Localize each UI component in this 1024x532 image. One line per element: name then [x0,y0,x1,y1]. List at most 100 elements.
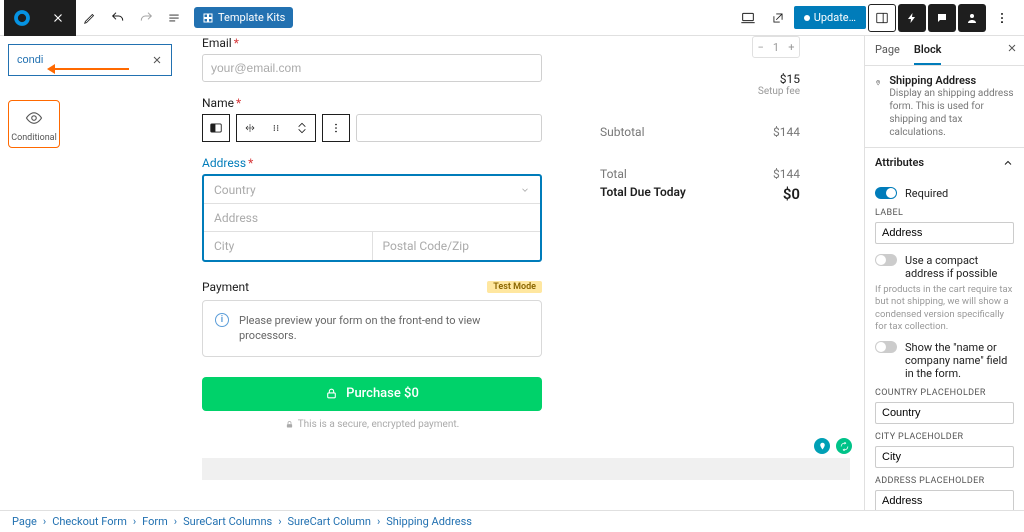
toolbar-block-type[interactable] [202,114,230,142]
toolbar-move[interactable] [236,114,316,142]
country-ph-input[interactable] [875,402,1014,424]
lock-small-icon [285,420,294,429]
payment-label: Payment [202,280,249,294]
block-search[interactable] [8,44,172,76]
label-heading: LABEL [875,208,1014,218]
required-asterisk: * [248,156,253,170]
block-settings-panel: Page Block Shipping Address Display an s… [864,36,1024,510]
label-input[interactable] [875,222,1014,244]
address-ph-input[interactable] [875,490,1014,510]
undo-button[interactable] [104,4,132,32]
floating-badges [814,438,852,454]
line-caption: Setup fee [600,86,800,97]
payment-notice-text: Please preview your form on the front-en… [239,313,529,344]
bc-1[interactable]: Checkout Form [52,515,127,528]
undo-icon [110,10,126,26]
city-field[interactable]: City [204,232,373,260]
pencil-icon [83,11,97,25]
compact-toggle[interactable] [875,254,897,266]
update-button[interactable]: Update… [794,6,866,29]
line-amount: $15 [600,72,800,86]
edit-tool-button[interactable] [76,4,104,32]
more-options-button[interactable] [988,4,1016,32]
name-input[interactable] [356,114,542,142]
clear-search-icon[interactable] [151,54,163,66]
grid-icon [202,12,214,24]
total-value: $144 [773,167,800,181]
email-input[interactable] [202,54,542,82]
name-label: Name [202,96,234,110]
address-ph-heading: ADDRESS PLACEHOLDER [875,476,1014,486]
block-title: Shipping Address [889,74,1014,87]
drag-dots-icon [271,123,281,133]
purchase-button[interactable]: Purchase $0 [202,377,542,411]
qty-minus[interactable]: − [753,41,768,54]
dots-vertical-icon [330,122,342,134]
conditional-block-label: Conditional [11,133,57,143]
required-toggle[interactable] [875,187,897,199]
template-kits-button[interactable]: Template Kits [194,7,293,28]
qty-plus[interactable]: + [784,41,799,54]
required-asterisk: * [236,96,241,110]
city-placeholder: City [214,239,234,253]
wp-logo-button[interactable] [4,0,40,36]
surecart-button[interactable] [958,4,986,32]
chat-button[interactable] [928,4,956,32]
ring-icon [13,9,31,27]
badge-check[interactable] [836,438,852,454]
chevron-up-icon [1002,157,1014,169]
conditional-block-chip[interactable]: Conditional [8,100,60,148]
quantity-stepper[interactable]: − 1 + [752,36,800,58]
city-ph-input[interactable] [875,446,1014,468]
refresh-icon [840,442,849,451]
person-icon [966,12,978,24]
badge-location[interactable] [814,438,830,454]
email-label: Email [202,36,232,50]
open-preview-button[interactable] [764,4,792,32]
document-overview-button[interactable] [160,4,188,32]
country-select[interactable]: Country [204,176,540,204]
bc-0[interactable]: Page [12,515,37,528]
dots-vertical-icon [995,11,1009,25]
secure-payment-note: This is a secure, encrypted payment. [202,419,542,430]
compact-toggle-label: Use a compact address if possible [905,254,1014,280]
tab-block[interactable]: Block [914,36,942,65]
attributes-section-header[interactable]: Attributes [865,148,1024,177]
shipping-address-block[interactable]: Country Address City Postal Code/Zip [202,174,542,262]
block-description: Display an shipping address form. This i… [889,87,1014,139]
pin-outline-icon [875,74,881,92]
external-icon [771,11,785,25]
sidebar-icon [875,11,889,25]
postal-field[interactable]: Postal Code/Zip [373,232,541,260]
address-line-field[interactable]: Address [204,204,540,232]
test-mode-badge: Test Mode [487,281,542,293]
required-label: Required [905,187,948,200]
astra-button[interactable] [898,4,926,32]
purchase-label: Purchase $0 [346,386,419,401]
block-header: Shipping Address Display an shipping add… [865,66,1024,148]
redo-button[interactable] [132,4,160,32]
tab-page[interactable]: Page [875,36,900,65]
close-icon [1006,42,1018,54]
info-icon: i [215,313,229,327]
card-icon [209,121,223,135]
editor-canvas: Email* Name* [180,36,864,510]
address-label: Address [202,156,246,170]
close-editor-button[interactable] [40,0,76,36]
bc-4[interactable]: SureCart Column [288,515,371,528]
toolbar-more[interactable] [322,114,350,142]
postal-placeholder: Postal Code/Zip [383,239,469,253]
bc-2[interactable]: Form [142,515,168,528]
settings-toggle-button[interactable] [868,4,896,32]
view-desktop-button[interactable] [734,4,762,32]
bc-3[interactable]: SureCart Columns [183,515,272,528]
qty-value: 1 [768,41,783,54]
block-inserter-panel: Conditional [0,36,180,510]
close-panel-button[interactable] [1006,42,1018,54]
settings-tabs: Page Block [865,36,1024,66]
showname-toggle[interactable] [875,341,897,353]
list-icon [167,11,181,25]
attributes-label: Attributes [875,156,924,169]
due-value: $0 [783,185,800,203]
bc-5[interactable]: Shipping Address [386,515,472,528]
